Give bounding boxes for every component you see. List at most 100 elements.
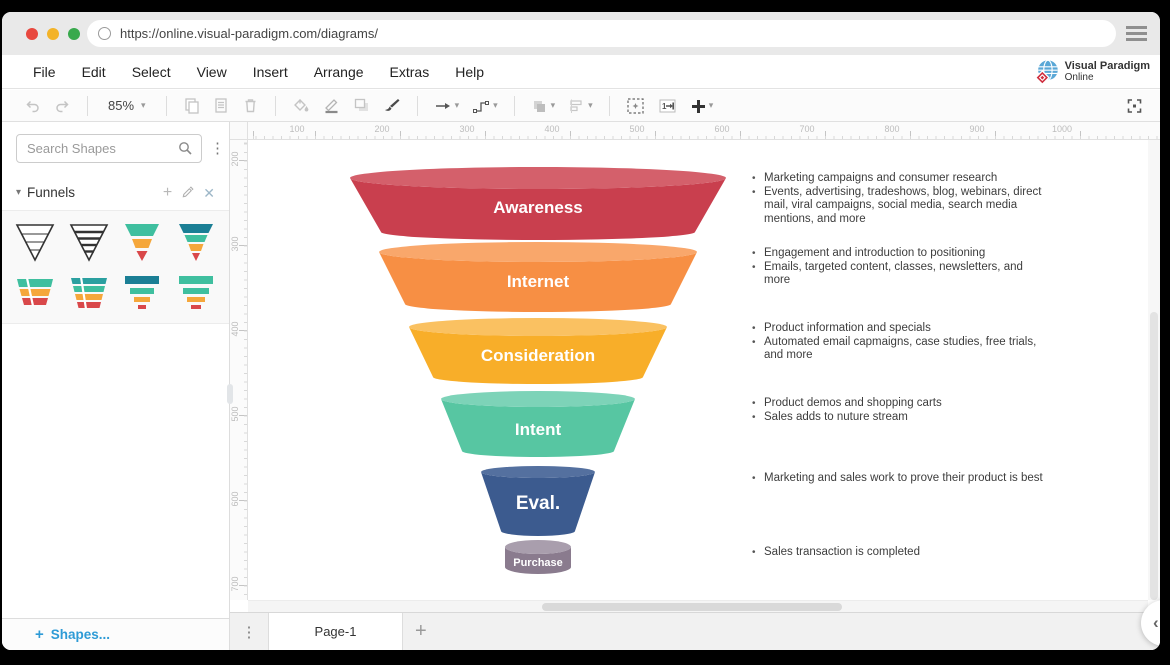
notes-internet[interactable]: Engagement and introduction to positioni… <box>750 247 1046 288</box>
minimize-window-button[interactable] <box>47 28 59 40</box>
fullscreen-icon[interactable] <box>1125 97 1144 120</box>
menu-file[interactable]: File <box>20 64 69 80</box>
traffic-lights <box>26 28 80 40</box>
site-info-icon[interactable] <box>98 27 111 40</box>
undo-icon[interactable] <box>24 98 41 114</box>
funnel-stage-internet[interactable]: Internet <box>379 242 697 312</box>
stage-label: Intent <box>515 420 562 439</box>
fill-color-icon[interactable] <box>292 97 310 114</box>
drawing-page[interactable]: Awareness Internet Consideration <box>248 140 1148 600</box>
funnel-shape-thumb-1[interactable] <box>10 219 60 265</box>
shadow-icon[interactable] <box>353 97 370 114</box>
tab-page-1[interactable]: Page-1 <box>268 613 403 650</box>
horizontal-scrollbar[interactable] <box>248 600 1148 612</box>
vertical-scrollbar[interactable] <box>1148 140 1160 600</box>
diagram-canvas-area: 100 200 300 400 500 600 700 800 900 1000… <box>230 122 1160 612</box>
funnel-shape-thumb-2[interactable] <box>64 219 114 265</box>
menu-edit[interactable]: Edit <box>69 64 119 80</box>
menu-help[interactable]: Help <box>442 64 497 80</box>
browser-window: https://online.visual-paradigm.com/diagr… <box>2 12 1160 650</box>
browser-chrome: https://online.visual-paradigm.com/diagr… <box>2 12 1160 55</box>
horizontal-ruler: 100 200 300 400 500 600 700 800 900 1000 <box>248 122 1160 140</box>
close-stencil-icon[interactable]: ✕ <box>203 186 215 200</box>
vruler-label: 700 <box>230 567 240 601</box>
hruler-label: 200 <box>362 124 402 134</box>
horizontal-scrollbar-thumb[interactable] <box>542 603 842 611</box>
hruler-label: 400 <box>532 124 572 134</box>
browser-menu-icon[interactable] <box>1126 26 1147 44</box>
address-bar[interactable]: https://online.visual-paradigm.com/diagr… <box>87 20 1116 47</box>
shapes-footer: + Shapes... <box>2 618 229 650</box>
funnel-shape-thumb-6[interactable] <box>64 269 114 315</box>
format-copier-icon[interactable] <box>213 97 229 114</box>
sidebar-resize-handle[interactable] <box>227 384 233 404</box>
select-area-icon[interactable] <box>626 97 645 115</box>
funnel-shape-thumb-8[interactable] <box>171 269 221 315</box>
funnel-stage-awareness[interactable]: Awareness <box>350 167 726 240</box>
notes-purchase[interactable]: Sales transaction is completed <box>750 546 1046 560</box>
funnel-shape-thumb-7[interactable] <box>117 269 167 315</box>
note-bullet: Product demos and shopping carts <box>750 397 1046 411</box>
close-window-button[interactable] <box>26 28 38 40</box>
sidebar-menu-icon[interactable]: ⋮ <box>210 139 225 157</box>
menu-view[interactable]: View <box>184 64 240 80</box>
add-stencil-icon[interactable]: + <box>163 186 172 200</box>
collapse-caret-icon[interactable]: ▾ <box>16 187 21 198</box>
search-icon[interactable] <box>178 141 193 156</box>
hruler-label: 800 <box>872 124 912 134</box>
align-dropdown[interactable]: ▾ <box>568 98 593 114</box>
zoom-window-button[interactable] <box>68 28 80 40</box>
paste-icon[interactable] <box>183 97 200 114</box>
vruler-label: 400 <box>230 312 240 346</box>
delete-icon[interactable] <box>242 97 259 114</box>
funnel-stage-consideration[interactable]: Consideration <box>409 318 667 384</box>
hruler-label: 100 <box>277 124 317 134</box>
stage-label: Eval. <box>516 493 560 514</box>
hruler-label: 300 <box>447 124 487 134</box>
notes-consideration[interactable]: Product information and specials Automat… <box>750 322 1046 363</box>
logo-line2: Online <box>1065 72 1150 83</box>
note-bullet: Emails, targeted content, classes, newsl… <box>750 261 1046 288</box>
hruler-label: 500 <box>617 124 657 134</box>
notes-awareness[interactable]: Marketing campaigns and consumer researc… <box>750 172 1046 226</box>
search-shapes-input[interactable] <box>16 134 202 163</box>
connector-path-dropdown[interactable]: ▾ <box>472 98 498 114</box>
visual-paradigm-logo: Visual Paradigm Online <box>1033 58 1150 86</box>
url-text[interactable]: https://online.visual-paradigm.com/diagr… <box>120 26 378 41</box>
menu-extras[interactable]: Extras <box>377 64 443 80</box>
more-shapes-link[interactable]: Shapes... <box>51 627 110 642</box>
note-bullet: Marketing campaigns and consumer researc… <box>750 172 1046 186</box>
menu-select[interactable]: Select <box>119 64 184 80</box>
vruler-label: 200 <box>230 142 240 176</box>
add-page-icon[interactable]: + <box>415 620 427 643</box>
connector-style-dropdown[interactable]: ▾ <box>434 98 460 114</box>
menu-arrange[interactable]: Arrange <box>301 64 377 80</box>
menu-insert[interactable]: Insert <box>240 64 301 80</box>
fit-to-content-icon[interactable]: 1 <box>658 97 677 115</box>
funnels-section-header[interactable]: ▾ Funnels + ✕ <box>16 185 215 200</box>
funnel-stage-purchase[interactable]: Purchase <box>505 540 571 574</box>
funnel-shape-thumb-5[interactable] <box>10 269 60 315</box>
page-list-menu-icon[interactable]: ⋮ <box>230 623 268 641</box>
funnel-shape-thumb-3[interactable] <box>117 219 167 265</box>
redo-icon[interactable] <box>54 98 71 114</box>
notes-intent[interactable]: Product demos and shopping carts Sales a… <box>750 397 1046 424</box>
toolbar: 85%▾ ▾ ▾ ▾ ▾ 1 <box>2 90 1160 122</box>
add-shape-dropdown[interactable]: ▾ <box>690 98 714 114</box>
note-bullet: Events, advertising, tradeshows, blog, w… <box>750 186 1046 227</box>
funnel-stage-eval[interactable]: Eval. <box>481 466 595 536</box>
hruler-label: 700 <box>787 124 827 134</box>
vertical-scrollbar-thumb[interactable] <box>1150 312 1158 600</box>
sales-funnel-diagram[interactable]: Awareness Internet Consideration <box>248 140 758 585</box>
layers-dropdown[interactable]: ▾ <box>531 98 556 114</box>
page-tab-bar: ⋮ Page-1 + <box>230 612 1160 650</box>
vruler-label: 300 <box>230 227 240 261</box>
zoom-level-dropdown[interactable]: 85%▾ <box>104 98 150 113</box>
format-brush-icon[interactable] <box>383 97 401 114</box>
funnel-shape-thumb-4[interactable] <box>171 219 221 265</box>
edit-stencil-icon[interactable] <box>181 186 194 199</box>
add-shapes-icon[interactable]: + <box>35 626 44 643</box>
line-color-icon[interactable] <box>323 97 340 114</box>
notes-eval[interactable]: Marketing and sales work to prove their … <box>750 472 1046 486</box>
funnel-stage-intent[interactable]: Intent <box>441 391 635 457</box>
